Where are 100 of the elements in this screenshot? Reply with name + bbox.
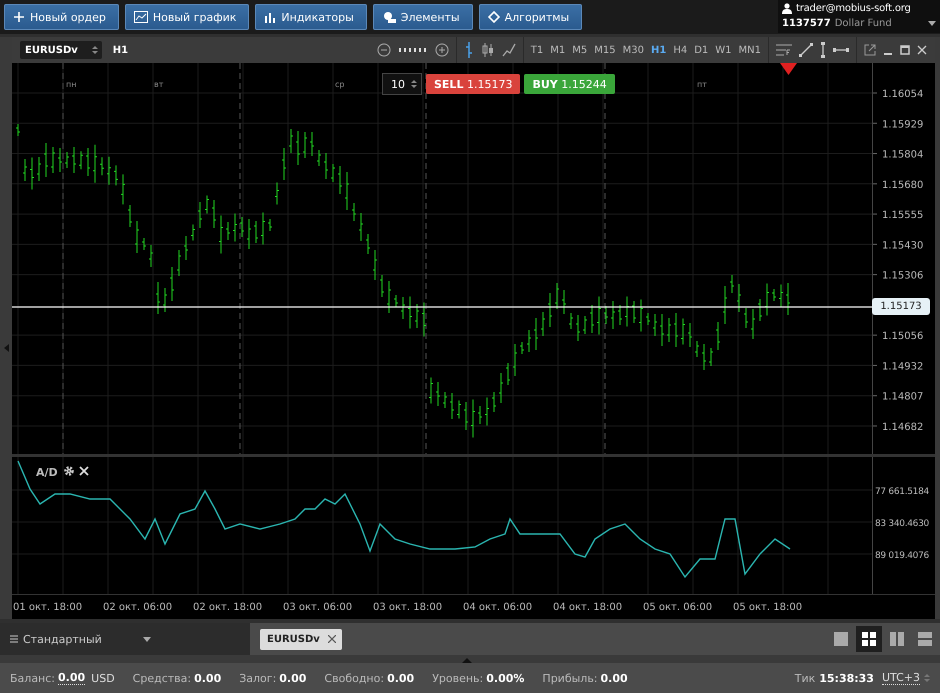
shapes-icon [382,11,396,23]
account-panel[interactable]: trader@mobius-soft.org 1137577 Dollar Fund [778,0,940,33]
timeframe-tab[interactable]: T1 [530,44,544,56]
day-label: ср [335,80,344,89]
bar-chart-icon [264,11,276,23]
horizontal-line-icon[interactable] [833,47,849,53]
status-label: Баланс: [10,672,56,684]
timeframe-tab[interactable]: W1 [715,44,732,56]
status-value: 0.00% [486,672,524,684]
vertical-line-icon[interactable] [820,42,826,58]
timezone-select[interactable]: UTC+3 [882,671,920,685]
workspace-select[interactable]: Стандартный [0,623,250,655]
status-label: Уровень: [432,672,484,684]
user-icon [782,3,792,14]
sell-button[interactable]: SELL 1.15173 [426,74,520,94]
fibonacci-icon[interactable] [776,43,792,57]
price-label: 1.15804 [882,150,924,161]
time-label: 02 окт. 18:00 [193,602,262,613]
volume-field[interactable]: 10 [382,73,422,95]
chart-icon [134,11,148,23]
spinner-icon [924,673,930,683]
line-chart-icon[interactable] [502,43,516,57]
timeframe-tab[interactable]: M30 [622,44,644,56]
caret-icon [928,21,936,26]
timeframe-tab[interactable]: M5 [572,44,588,56]
settings-icon[interactable] [64,466,74,476]
day-label: пн [66,80,76,89]
external-link-icon[interactable] [864,44,876,56]
timeframe-tab[interactable]: D1 [694,44,708,56]
price-label: 1.14807 [882,392,924,403]
spinner-icon [411,79,417,89]
timeframe-tab[interactable]: H4 [673,44,688,56]
layout-icon [890,632,904,646]
toolbar-button[interactable]: Новый ордер [4,4,119,30]
indicator-value-label: 83 340.4630 [875,519,929,529]
buy-button[interactable]: BUY 1.15244 [524,74,615,94]
toolbar-button[interactable]: Индикаторы [255,4,367,30]
chart-tab[interactable]: EURUSDv [260,628,342,650]
tick-label: Тик [794,672,816,684]
price-label: 1.16054 [882,89,924,100]
time-label: 04 окт. 06:00 [463,602,532,613]
time-label: 01 окт. 18:00 [13,602,82,613]
spinner-icon [92,45,98,55]
price-label: 1.14932 [882,361,924,372]
time-label: 05 окт. 18:00 [733,602,802,613]
time-label: 02 окт. 06:00 [103,602,172,613]
status-label: Прибыль: [542,672,598,684]
status-value: 0.00 [600,672,628,684]
server-time: 15:38:33 [819,672,874,684]
status-unit: USD [91,672,115,684]
status-value: 0.00 [387,672,414,684]
status-value: 0.00 [279,672,306,684]
marker-triangle-icon [780,63,797,75]
status-label: Свободно: [324,672,384,684]
caret-icon [142,636,151,642]
zoom-slider-icon[interactable] [398,46,428,54]
menu-icon [10,635,18,643]
price-label: 1.14682 [882,422,924,433]
status-value: 0.00 [58,671,86,685]
symbol-select[interactable]: EURUSDv [20,41,102,59]
day-label: вт [154,80,164,89]
timeframe-tab[interactable]: M1 [550,44,566,56]
price-label: 1.15430 [882,240,924,252]
status-value: 0.00 [194,672,222,684]
account-fund: Dollar Fund [834,18,892,29]
timeframe-tab[interactable]: M15 [594,44,616,56]
price-label: 1.15555 [882,210,924,222]
candlestick-icon[interactable] [480,42,495,58]
price-label: 1.15929 [882,119,924,130]
zoom-in-icon[interactable] [434,43,449,57]
zoom-out-icon[interactable] [376,43,391,57]
toolbar-button[interactable]: Элементы [372,4,473,30]
time-label: 03 окт. 06:00 [283,602,352,613]
price-label: 1.15680 [882,180,924,191]
toolbar-button[interactable]: Алгоритмы [478,4,582,30]
indicator-name: A/D [36,466,58,479]
timeframe-tab[interactable]: MN1 [738,44,761,56]
price-label: 1.15306 [882,270,924,282]
price-label: 1.15056 [882,331,924,342]
account-number: 1137577 [782,18,831,29]
indicator-value-label: 77 661.5184 [875,487,929,497]
layout-icon [834,632,848,646]
current-price-label: 1.15173 [872,298,930,315]
maximize-icon[interactable] [900,45,910,55]
toolbar-button[interactable]: Новый график [124,4,250,30]
indicator-value-label: 89 019.4076 [875,551,929,561]
status-label: Залог: [239,672,276,684]
plus-icon [13,11,25,23]
timeframe-tab[interactable]: H1 [650,44,666,56]
diamond-icon [488,11,500,23]
time-label: 05 окт. 06:00 [643,602,712,613]
time-label: 04 окт. 18:00 [553,602,622,613]
account-email: trader@mobius-soft.org [796,3,911,14]
layout-icon [918,632,932,646]
trend-line-icon[interactable] [799,43,813,57]
status-label: Средства: [132,672,192,684]
day-label: пт [697,80,707,89]
period-label: H1 [112,44,128,56]
layout-button[interactable] [856,626,882,652]
crosshair-bar-icon[interactable] [464,42,474,58]
